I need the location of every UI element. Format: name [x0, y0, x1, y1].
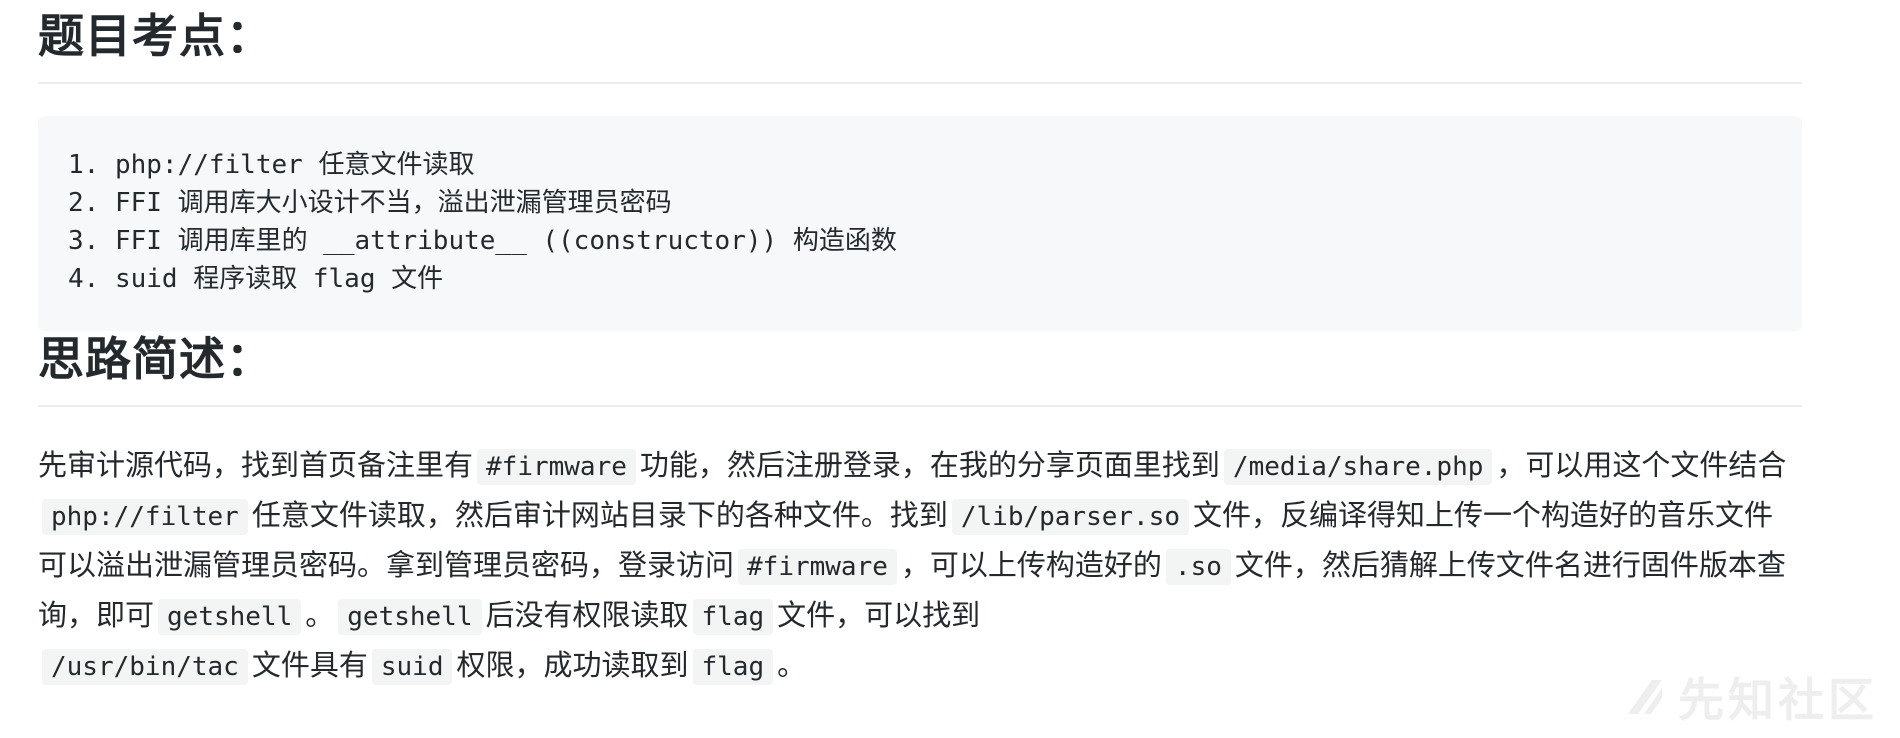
inline-code: flag [692, 649, 774, 685]
article-content: 题目考点： 1. php://filter 任意文件读取 2. FFI 调用库大… [38, 0, 1802, 691]
paragraph-text: ，可以上传构造好的 [900, 548, 1162, 582]
xianzhi-logo-icon [1622, 674, 1668, 720]
paragraph-text: 文件具有 [251, 648, 368, 682]
article-page: 题目考点： 1. php://filter 任意文件读取 2. FFI 调用库大… [0, 0, 1900, 738]
paragraph-text: 。 [777, 648, 807, 682]
exam-points-heading: 题目考点： [38, 0, 1802, 84]
inline-code: /lib/parser.so [951, 499, 1190, 535]
inline-code: suid [371, 649, 453, 685]
inline-code: php://filter [42, 499, 248, 535]
inline-code: /media/share.php [1223, 449, 1493, 485]
inline-code: /usr/bin/tac [42, 649, 248, 685]
inline-code: flag [692, 599, 774, 635]
code-line-3: 3. FFI 调用库里的 __attribute__ ((constructor… [68, 226, 897, 256]
code-line-1: 1. php://filter 任意文件读取 [68, 150, 475, 180]
watermark-text: 先知社区 [1678, 673, 1878, 727]
approach-paragraph: 先审计源代码，找到首页备注里有 #firmware 功能，然后注册登录，在我的分享页… [38, 441, 1798, 691]
code-line-4: 4. suid 程序读取 flag 文件 [68, 264, 444, 294]
paragraph-text: 功能，然后注册登录，在我的分享页面里找到 [639, 448, 1220, 482]
inline-code: #firmware [738, 549, 897, 585]
inline-code: #firmware [477, 449, 636, 485]
code-line-2: 2. FFI 调用库大小设计不当，溢出泄漏管理员密码 [68, 188, 672, 218]
inline-code: getshell [158, 599, 302, 635]
paragraph-text: 文件，可以找到 [777, 598, 981, 632]
paragraph-text: 后没有权限读取 [485, 598, 689, 632]
paragraph-text: 任意文件读取，然后审计网站目录下的各种文件。找到 [251, 498, 948, 532]
inline-code: getshell [338, 599, 482, 635]
paragraph-text: 。 [305, 598, 335, 632]
paragraph-text: ，可以用这个文件结合 [1496, 448, 1787, 482]
paragraph-text: 权限，成功读取到 [456, 648, 689, 682]
inline-code: .so [1165, 549, 1231, 585]
site-watermark: 先知社区 [1622, 664, 1878, 730]
approach-heading: 思路简述： [38, 331, 1802, 407]
paragraph-text: 先审计源代码，找到首页备注里有 [38, 448, 474, 482]
exam-points-code-block: 1. php://filter 任意文件读取 2. FFI 调用库大小设计不当，… [38, 116, 1802, 331]
